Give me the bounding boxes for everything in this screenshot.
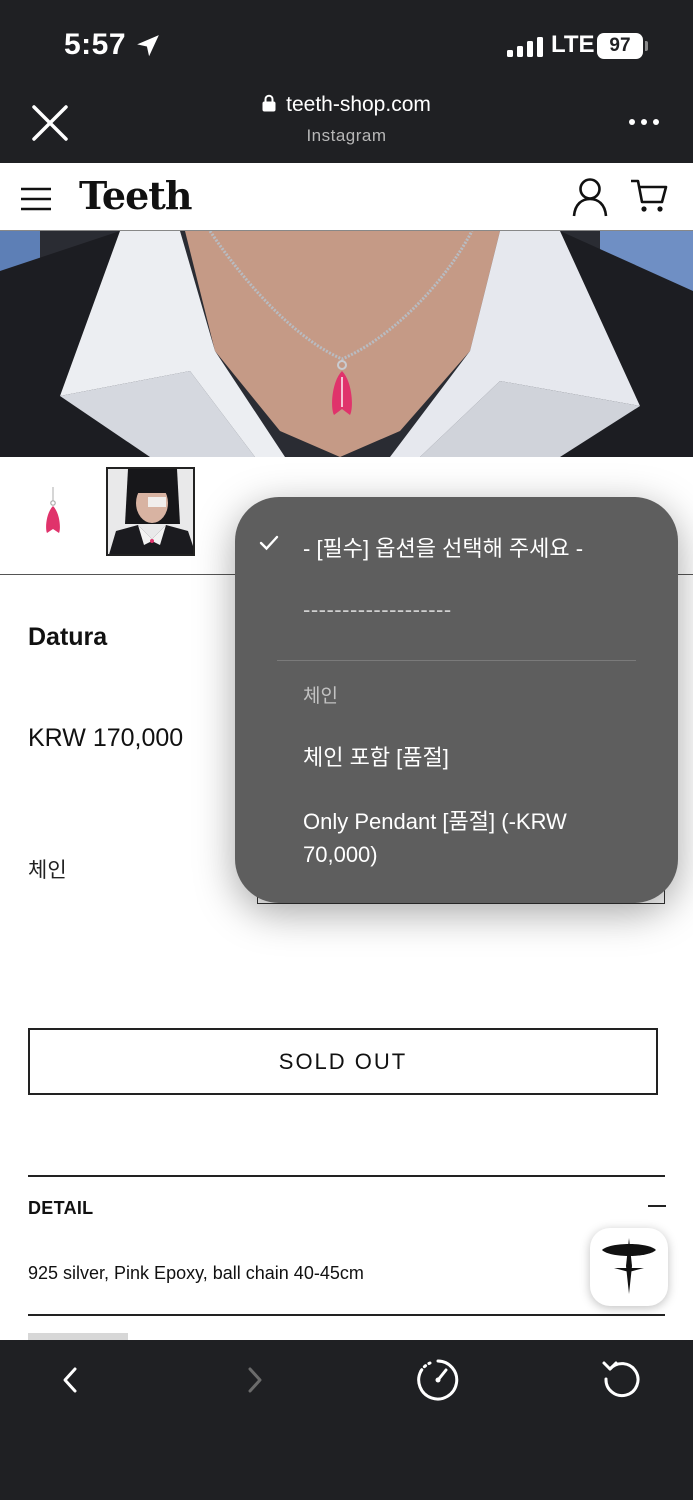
sold-out-button[interactable]: SOLD OUT bbox=[28, 1028, 658, 1095]
back-icon[interactable] bbox=[60, 1366, 80, 1394]
product-name: Datura bbox=[28, 623, 108, 651]
lock-icon bbox=[262, 94, 276, 112]
cart-icon[interactable] bbox=[630, 178, 668, 214]
reload-icon[interactable] bbox=[601, 1358, 643, 1400]
battery-level: 97 bbox=[597, 33, 643, 59]
battery-tip bbox=[645, 41, 648, 51]
chat-button[interactable] bbox=[590, 1228, 668, 1306]
detail-bottom-divider bbox=[28, 1314, 665, 1316]
model-photo bbox=[108, 469, 193, 554]
browser-bottom-bar bbox=[0, 1340, 693, 1500]
menu-icon[interactable] bbox=[21, 187, 51, 211]
thumbnail-pendant[interactable] bbox=[38, 487, 68, 537]
collapse-icon[interactable] bbox=[648, 1205, 666, 1207]
product-main-image[interactable] bbox=[0, 231, 693, 457]
menu-divider bbox=[277, 660, 636, 661]
location-arrow-icon bbox=[137, 35, 159, 57]
necklace-photo bbox=[0, 231, 693, 457]
account-icon[interactable] bbox=[572, 177, 608, 217]
site-logo[interactable]: Teeth bbox=[79, 173, 192, 218]
detail-section-title[interactable]: DETAIL bbox=[28, 1198, 93, 1219]
product-price: KRW 170,000 bbox=[28, 724, 184, 752]
detail-description: 925 silver, Pink Epoxy, ball chain 40-45… bbox=[28, 1263, 364, 1283]
speedometer-icon[interactable] bbox=[416, 1358, 460, 1402]
option-only-pendant[interactable]: Only Pendant [품절] (-KRW 70,000) bbox=[303, 805, 643, 871]
thumbnail-model[interactable] bbox=[106, 467, 195, 556]
option-separator[interactable]: ------------------- bbox=[303, 597, 452, 623]
cellular-signal-icon bbox=[507, 37, 543, 57]
status-time: 5:57 bbox=[64, 28, 127, 61]
option-dropdown-menu: - [필수] 옵션을 선택해 주세요 - -------------------… bbox=[235, 497, 678, 903]
option-group-label: 체인 bbox=[303, 686, 338, 707]
address-bar[interactable]: teeth-shop.com bbox=[0, 93, 693, 117]
forward-icon[interactable] bbox=[245, 1366, 265, 1394]
brand-emblem-icon bbox=[602, 1238, 656, 1294]
network-type: LTE bbox=[551, 31, 595, 58]
detail-top-divider bbox=[28, 1175, 665, 1177]
more-options-icon[interactable] bbox=[628, 113, 660, 131]
site-header: Teeth bbox=[0, 163, 693, 231]
option-placeholder[interactable]: - [필수] 옵션을 선택해 주세요 - bbox=[303, 531, 583, 563]
option-chain-included[interactable]: 체인 포함 [품절] bbox=[303, 740, 449, 772]
url-text: teeth-shop.com bbox=[286, 93, 431, 116]
checkmark-icon bbox=[259, 535, 279, 551]
browser-source-label: Instagram bbox=[306, 126, 387, 145]
option-label: 체인 bbox=[28, 859, 67, 882]
browser-top-bar: 5:57 LTE 97 teeth-shop.com Instagram bbox=[0, 0, 693, 163]
